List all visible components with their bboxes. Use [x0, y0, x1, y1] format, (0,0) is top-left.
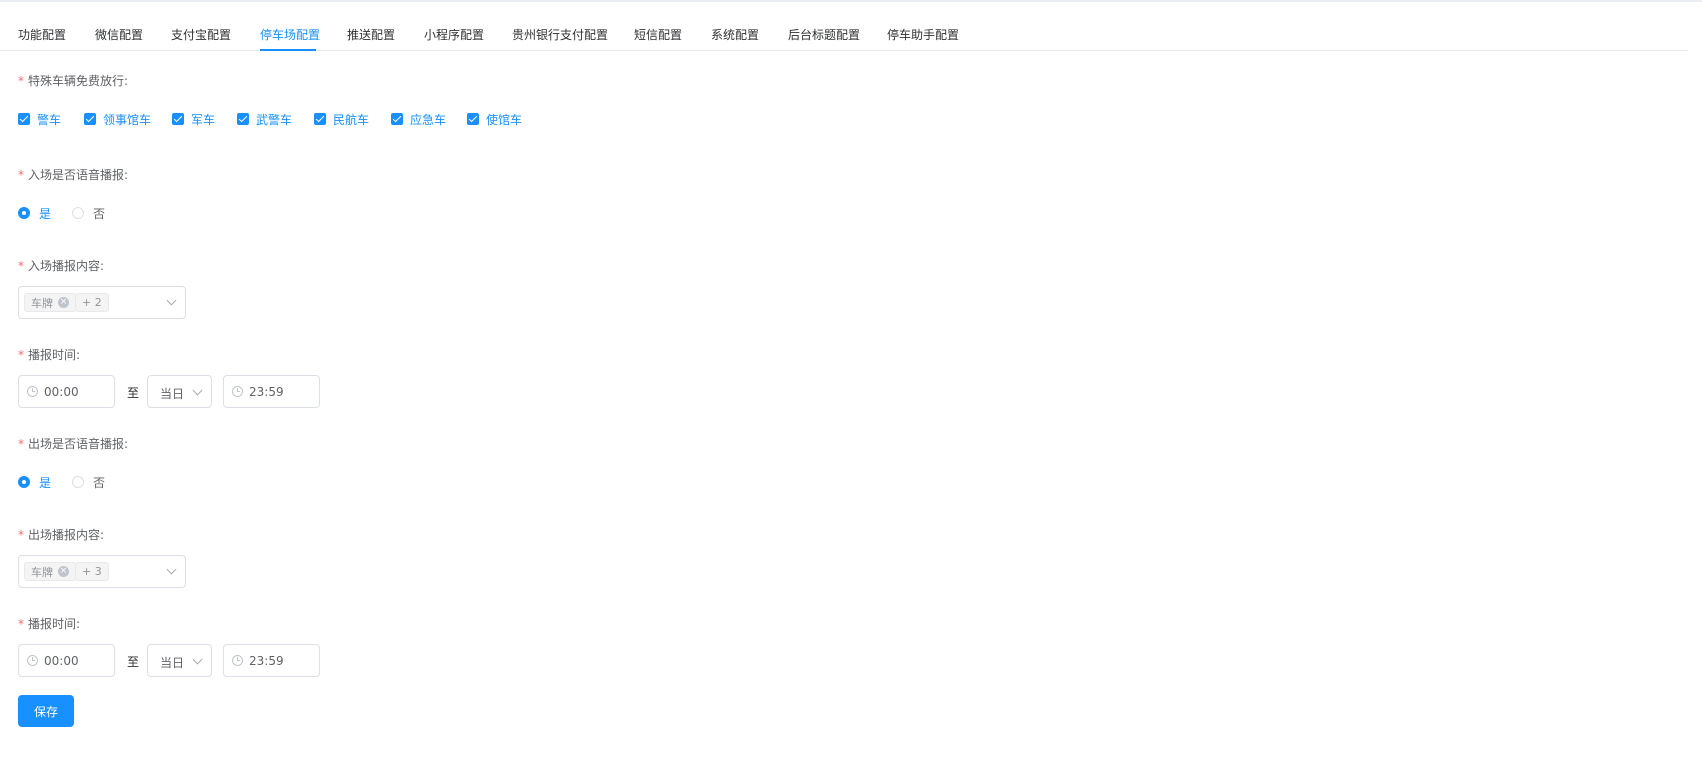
tab-admin-title-config[interactable]: 后台标题配置 — [788, 26, 860, 43]
checkbox-military-car[interactable]: 军车 — [172, 112, 215, 127]
checkbox-checked-icon — [172, 113, 184, 125]
clock-icon — [232, 386, 243, 397]
tab-parking-assistant-config[interactable]: 停车助手配置 — [887, 26, 959, 43]
exit-day-select[interactable]: 当日 — [147, 644, 212, 677]
chevron-down-icon — [166, 564, 177, 575]
exit-time-label: * 播报时间: — [18, 617, 81, 631]
required-mark: * — [18, 528, 24, 542]
entry-start-time-input[interactable]: 00:00 — [18, 375, 115, 408]
tag-close-icon[interactable]: × — [58, 566, 69, 577]
exit-content-select[interactable]: 车牌 × + 3 — [18, 555, 186, 588]
required-mark: * — [18, 168, 24, 182]
checkbox-consulate-car[interactable]: 领事馆车 — [84, 112, 151, 127]
chevron-down-icon — [166, 295, 177, 306]
clock-icon — [232, 655, 243, 666]
entry-voice-label: * 入场是否语音播报: — [18, 168, 129, 182]
save-button[interactable]: 保存 — [18, 695, 74, 727]
checkbox-checked-icon — [314, 113, 326, 125]
checkbox-checked-icon — [18, 113, 30, 125]
special-vehicles-label: * 特殊车辆免费放行: — [18, 74, 129, 88]
radio-unselected-icon — [72, 207, 84, 219]
checkbox-emergency-car[interactable]: 应急车 — [391, 112, 446, 127]
page-frame: 功能配置 微信配置 支付宝配置 停车场配置 推送配置 小程序配置 贵州银行支付配… — [0, 0, 1702, 758]
entry-end-time-input[interactable]: 23:59 — [223, 375, 320, 408]
active-tab-indicator — [260, 49, 316, 51]
required-mark: * — [18, 348, 24, 362]
exit-content-label: * 出场播报内容: — [18, 528, 105, 542]
chevron-down-icon — [192, 654, 203, 665]
required-mark: * — [18, 74, 24, 88]
required-mark: * — [18, 617, 24, 631]
checkbox-checked-icon — [467, 113, 479, 125]
checkbox-checked-icon — [391, 113, 403, 125]
selected-tag: 车牌 × — [24, 562, 76, 581]
entry-content-select[interactable]: 车牌 × + 2 — [18, 286, 186, 319]
exit-voice-no-radio[interactable]: 否 — [72, 475, 105, 490]
selected-tag: 车牌 × — [24, 293, 76, 312]
tab-alipay-config[interactable]: 支付宝配置 — [171, 26, 231, 43]
tab-push-config[interactable]: 推送配置 — [347, 26, 395, 43]
exit-end-time-input[interactable]: 23:59 — [223, 644, 320, 677]
entry-voice-no-radio[interactable]: 否 — [72, 206, 105, 221]
entry-content-label: * 入场播报内容: — [18, 259, 105, 273]
required-mark: * — [18, 259, 24, 273]
config-tabs: 功能配置 微信配置 支付宝配置 停车场配置 推送配置 小程序配置 贵州银行支付配… — [0, 2, 1688, 51]
chevron-down-icon — [192, 385, 203, 396]
tab-guizhou-bank-config[interactable]: 贵州银行支付配置 — [512, 26, 608, 43]
range-separator: 至 — [127, 655, 140, 669]
clock-icon — [27, 386, 38, 397]
more-tags-count: + 2 — [75, 293, 109, 312]
tab-system-config[interactable]: 系统配置 — [711, 26, 759, 43]
checkbox-embassy-car[interactable]: 使馆车 — [467, 112, 522, 127]
checkbox-civil-aviation-car[interactable]: 民航车 — [314, 112, 369, 127]
entry-voice-yes-radio[interactable]: 是 — [18, 206, 51, 221]
clock-icon — [27, 655, 38, 666]
checkbox-armed-police-car[interactable]: 武警车 — [237, 112, 292, 127]
range-separator: 至 — [127, 386, 140, 400]
checkbox-checked-icon — [84, 113, 96, 125]
tag-close-icon[interactable]: × — [58, 297, 69, 308]
tab-miniprogram-config[interactable]: 小程序配置 — [424, 26, 484, 43]
radio-unselected-icon — [72, 476, 84, 488]
more-tags-count: + 3 — [75, 562, 109, 581]
exit-voice-yes-radio[interactable]: 是 — [18, 475, 51, 490]
checkbox-checked-icon — [237, 113, 249, 125]
exit-voice-label: * 出场是否语音播报: — [18, 437, 129, 451]
entry-time-label: * 播报时间: — [18, 348, 81, 362]
tab-parking-config[interactable]: 停车场配置 — [260, 26, 320, 43]
checkbox-police-car[interactable]: 警车 — [18, 112, 61, 127]
tab-sms-config[interactable]: 短信配置 — [634, 26, 682, 43]
radio-selected-icon — [18, 207, 30, 219]
exit-start-time-input[interactable]: 00:00 — [18, 644, 115, 677]
radio-selected-icon — [18, 476, 30, 488]
tab-wechat-config[interactable]: 微信配置 — [95, 26, 143, 43]
entry-day-select[interactable]: 当日 — [147, 375, 212, 408]
tab-function-config[interactable]: 功能配置 — [18, 26, 66, 43]
required-mark: * — [18, 437, 24, 451]
